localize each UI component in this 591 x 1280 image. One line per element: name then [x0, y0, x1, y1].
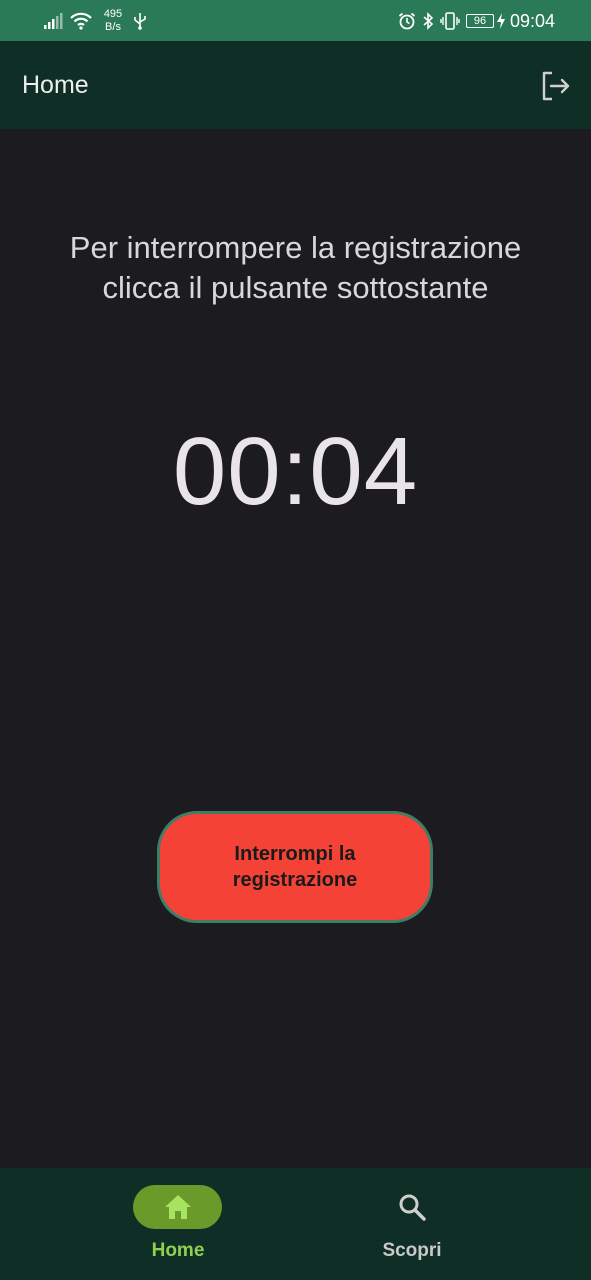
bluetooth-icon — [423, 12, 434, 30]
stop-recording-button[interactable]: Interrompi la registrazione — [157, 811, 433, 923]
network-speed: 495 B/s — [99, 8, 127, 34]
usb-icon — [134, 13, 146, 30]
charging-icon — [496, 13, 505, 29]
status-bar-left: 495 B/s — [44, 8, 147, 34]
status-bar-right: 96 09:04 — [398, 8, 555, 34]
home-icon — [164, 1195, 191, 1219]
bottom-navigation: Home Scopri — [0, 1168, 591, 1280]
network-speed-value: 495 — [103, 8, 123, 20]
vibrate-icon — [440, 12, 460, 30]
instruction-text: Per interrompere la registrazione clicca… — [20, 228, 571, 308]
logout-button[interactable] — [538, 69, 572, 103]
app-bar: Home — [0, 41, 591, 129]
instruction-line-1: Per interrompere la registrazione — [69, 230, 522, 265]
logout-icon — [542, 71, 570, 101]
nav-item-scopri[interactable]: Scopri — [332, 1168, 492, 1280]
wifi-icon — [70, 12, 92, 30]
recording-timer: 00:04 — [172, 418, 419, 525]
nav-item-home[interactable]: Home — [98, 1168, 258, 1280]
signal-icon — [44, 13, 63, 29]
nav-icon-wrap — [367, 1185, 456, 1229]
alarm-icon — [398, 12, 416, 30]
page-title: Home — [22, 71, 89, 99]
network-speed-unit: B/s — [105, 21, 121, 33]
nav-active-indicator — [133, 1185, 222, 1229]
nav-label-home: Home — [151, 1240, 205, 1261]
instruction-line-2: clicca il pulsante sottostante — [102, 270, 489, 305]
battery-icon: 96 — [465, 14, 494, 28]
status-bar: 495 B/s 96 09:04 — [0, 0, 591, 41]
search-icon — [399, 1194, 426, 1221]
clock: 09:04 — [509, 10, 555, 31]
nav-label-scopri: Scopri — [382, 1240, 442, 1261]
